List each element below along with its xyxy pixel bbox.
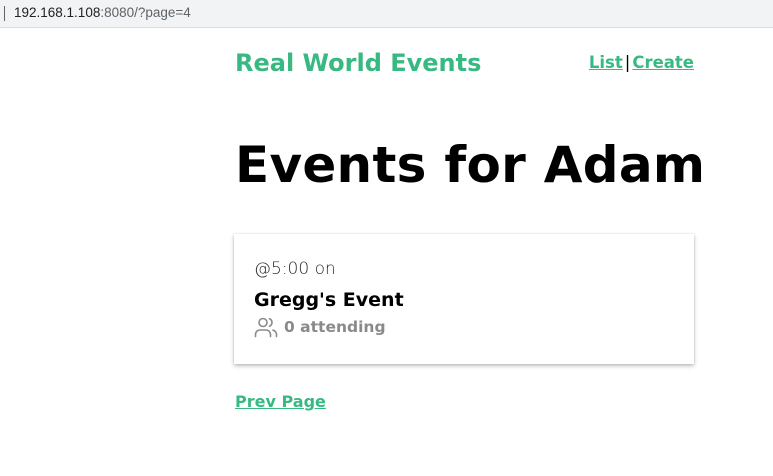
event-time: @5:00 on	[254, 259, 336, 279]
url-path: :8080/?page=4	[100, 5, 191, 20]
browser-address-bar[interactable]: 192.168.1.108:8080/?page=4	[0, 0, 773, 28]
nav-link-create[interactable]: Create	[632, 53, 694, 72]
users-icon	[254, 317, 278, 338]
main-nav: List | Create	[589, 52, 694, 74]
event-title: Gregg's Event	[254, 289, 404, 311]
text-caret	[4, 6, 5, 21]
event-card[interactable]: @5:00 on Gregg's Event 0 attending	[234, 234, 694, 364]
attending-count: 0 attending	[284, 318, 386, 336]
site-brand[interactable]: Real World Events	[235, 48, 481, 78]
event-attending: 0 attending	[254, 316, 386, 338]
nav-link-list[interactable]: List	[589, 53, 623, 72]
nav-separator: |	[624, 53, 631, 72]
prev-page-link[interactable]: Prev Page	[235, 391, 326, 413]
url-host: 192.168.1.108	[14, 5, 101, 20]
url-text[interactable]: 192.168.1.108:8080/?page=4	[14, 4, 191, 22]
page-title: Events for Adam	[235, 136, 706, 194]
